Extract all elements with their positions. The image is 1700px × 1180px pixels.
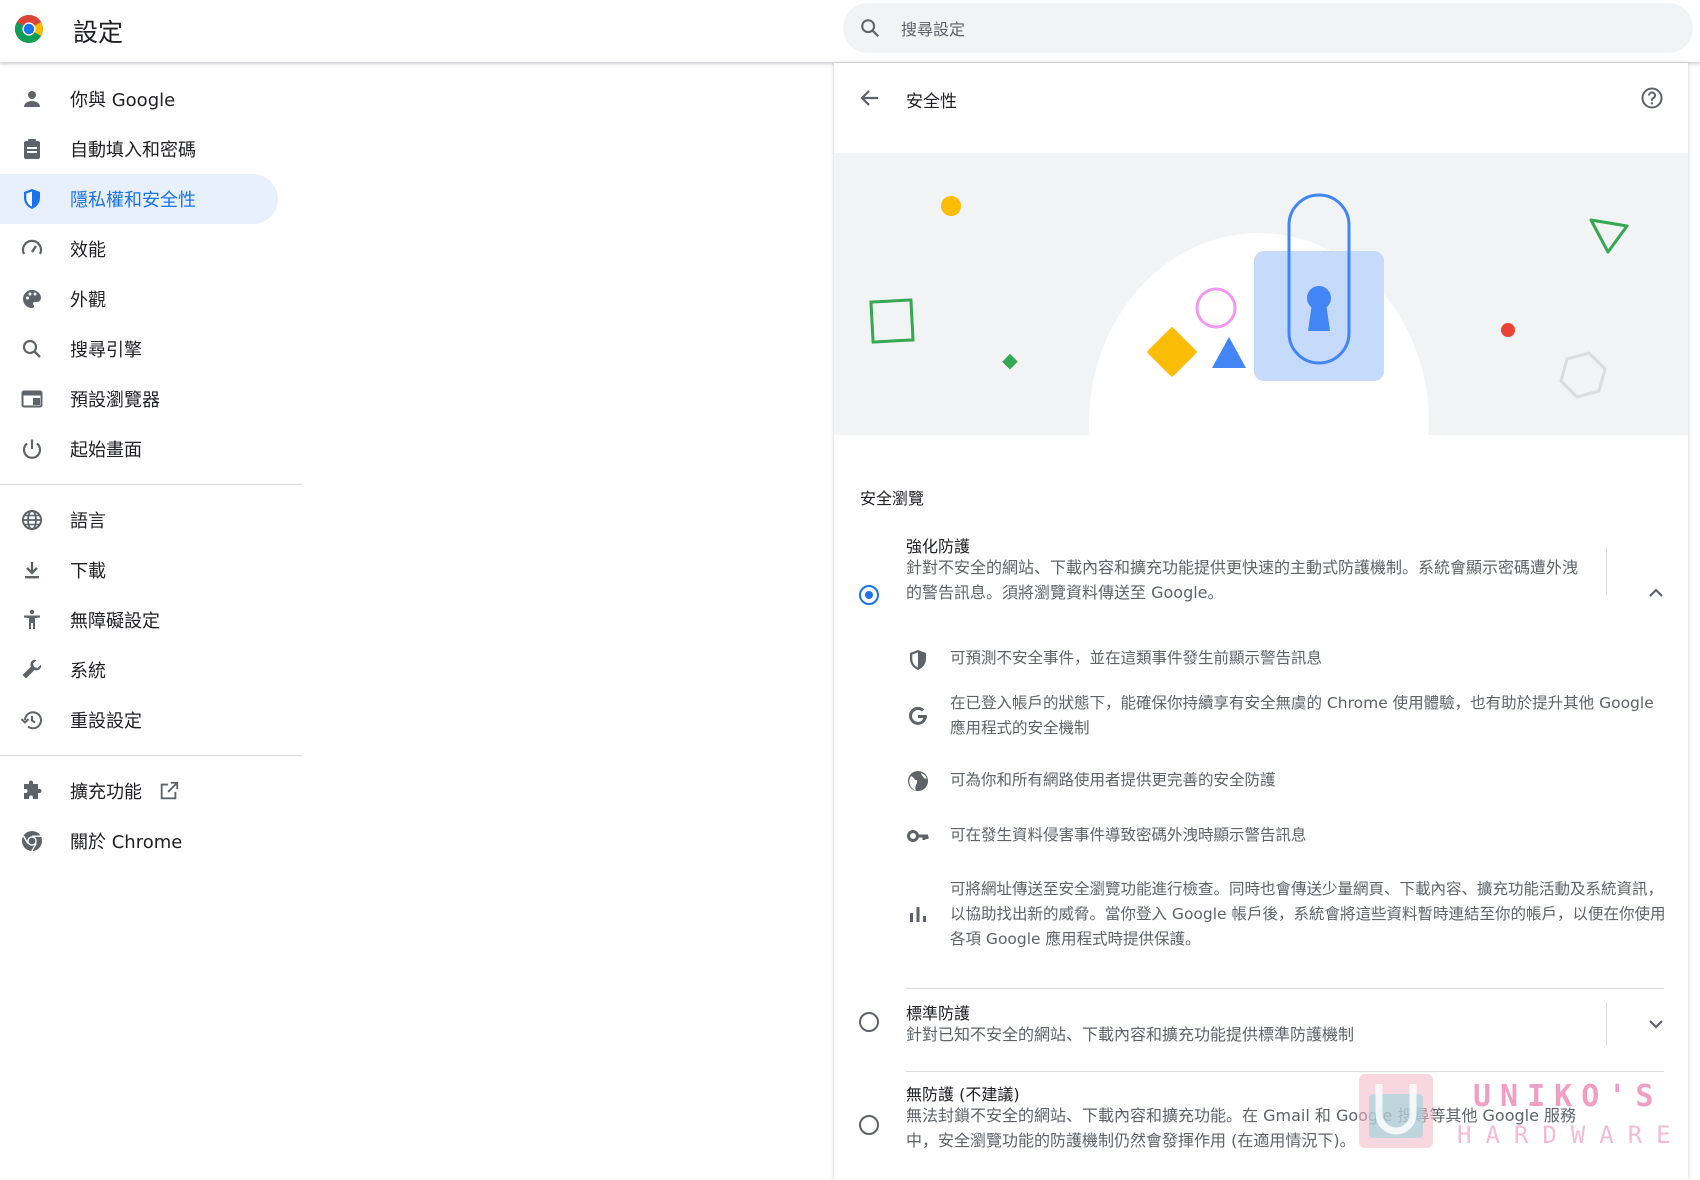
person-icon — [24, 91, 40, 107]
sidebar-item-label: 你與 Google — [70, 90, 176, 111]
clipboard-icon — [24, 139, 40, 159]
page-header: 安全性 — [834, 63, 1688, 133]
sidebar-item-system[interactable]: 系統 — [0, 645, 278, 695]
sidebar-item-label: 預設瀏覽器 — [70, 390, 160, 411]
wrench-icon — [22, 659, 42, 679]
sidebar-item-extensions[interactable]: 擴充功能 — [0, 766, 278, 816]
back-arrow-icon[interactable] — [858, 86, 882, 110]
bar-chart-icon — [910, 907, 926, 922]
sidebar-item-accessibility[interactable]: 無障礙設定 — [0, 595, 278, 645]
sidebar-item-you-and-google[interactable]: 你與 Google — [0, 74, 278, 124]
browser-window-icon — [21, 390, 43, 408]
top-bar: 設定 — [0, 0, 1700, 63]
sidebar-item-label: 語言 — [70, 511, 106, 532]
sidebar-item-label: 外觀 — [70, 290, 106, 311]
chrome-icon — [22, 831, 42, 852]
divider — [906, 988, 1664, 989]
sidebar-item-downloads[interactable]: 下載 — [0, 545, 278, 595]
speedometer-icon — [21, 239, 43, 255]
sidebar-item-default-browser[interactable]: 預設瀏覽器 — [0, 374, 278, 424]
google-g-icon — [909, 706, 927, 725]
feature-text: 可為你和所有網路使用者提供更完善的安全防護 — [950, 771, 1276, 789]
sidebar-divider — [0, 755, 302, 756]
sidebar-item-privacy[interactable]: 隱私權和安全性 — [0, 174, 278, 224]
vertical-divider — [1606, 1002, 1607, 1046]
page-title: 安全性 — [906, 92, 957, 112]
sidebar-item-search-engine[interactable]: 搜尋引擎 — [0, 324, 278, 374]
download-icon — [25, 562, 39, 579]
sidebar-item-reset[interactable]: 重設設定 — [0, 695, 278, 745]
globe-icon — [22, 510, 42, 530]
sidebar-item-about-chrome[interactable]: 關於 Chrome — [0, 816, 278, 866]
security-illustration — [834, 153, 1688, 435]
search-icon — [861, 19, 880, 38]
power-icon — [22, 439, 42, 459]
puzzle-icon — [24, 780, 42, 799]
sidebar-item-label: 搜尋引擎 — [70, 340, 142, 361]
option-title: 強化防護 — [906, 537, 971, 556]
sidebar-item-languages[interactable]: 語言 — [0, 495, 278, 545]
watermark-line2: HARDWARE — [1457, 1121, 1675, 1149]
sidebar-item-label: 效能 — [70, 240, 106, 261]
search-icon — [22, 339, 41, 358]
sidebar-item-label: 重設設定 — [70, 711, 142, 732]
sidebar-item-label: 擴充功能 — [70, 782, 142, 803]
sidebar: 你與 Google 自動填入和密碼 隱私權和安全性 效能 外觀 搜尋引擎 預設瀏… — [0, 74, 302, 866]
chevron-down-icon[interactable] — [1644, 1012, 1668, 1036]
option-description: 針對不安全的網站、下載內容和擴充功能提供更快速的主動式防護機制。系統會顯示密碼遭… — [906, 558, 1579, 602]
feature-text: 可將網址傳送至安全瀏覽功能進行檢查。同時也會傳送少量網頁、下載內容、擴充功能活動… — [950, 880, 1666, 948]
app-title: 設定 — [73, 18, 124, 47]
watermark-logo: UNIKO'S HARDWARE — [1355, 1070, 1675, 1152]
section-label-safe-browsing: 安全瀏覽 — [860, 489, 925, 508]
vertical-divider — [1606, 547, 1607, 595]
security-page-card: 安全性 安全瀏覽 強化防護 針對不安全的網站、下載內容和擴充功能提供更快速的主動… — [834, 63, 1688, 1180]
option-title: 無防護 (不建議) — [906, 1085, 1020, 1104]
key-icon — [907, 830, 929, 842]
radio-standard[interactable] — [859, 1012, 879, 1032]
shield-icon — [24, 189, 40, 209]
accessibility-icon — [24, 609, 40, 629]
search-input[interactable] — [899, 3, 1663, 55]
sidebar-item-label: 隱私權和安全性 — [70, 190, 196, 211]
option-title: 標準防護 — [906, 1004, 971, 1023]
shield-icon — [910, 650, 926, 670]
feature-text: 可預測不安全事件，並在這類事件發生前顯示警告訊息 — [950, 649, 1323, 667]
sidebar-item-label: 自動填入和密碼 — [70, 140, 196, 161]
radio-enhanced[interactable] — [859, 585, 879, 605]
external-link-icon[interactable] — [158, 780, 180, 802]
globe-icon — [908, 771, 928, 791]
sidebar-item-label: 關於 Chrome — [70, 832, 183, 853]
sidebar-item-label: 系統 — [70, 661, 106, 682]
sidebar-item-performance[interactable]: 效能 — [0, 224, 278, 274]
radio-no-protection[interactable] — [859, 1115, 879, 1135]
feature-text: 可在發生資料侵害事件導致密碼外洩時顯示警告訊息 — [950, 826, 1307, 844]
sidebar-divider — [0, 484, 302, 485]
chrome-logo-icon — [15, 15, 43, 43]
palette-icon — [23, 290, 41, 308]
sidebar-item-label: 無障礙設定 — [70, 611, 160, 632]
sidebar-item-on-startup[interactable]: 起始畫面 — [0, 424, 278, 474]
sidebar-item-autofill[interactable]: 自動填入和密碼 — [0, 124, 278, 174]
option-description: 針對已知不安全的網站、下載內容和擴充功能提供標準防護機制 — [906, 1025, 1355, 1044]
feature-text: 在已登入帳戶的狀態下，能確保你持續享有安全無虞的 Chrome 使用體驗，也有助… — [950, 694, 1654, 737]
history-icon — [20, 711, 42, 730]
chevron-up-icon[interactable] — [1644, 581, 1668, 605]
sidebar-item-label: 起始畫面 — [70, 440, 142, 461]
watermark-line1: UNIKO'S — [1473, 1079, 1662, 1114]
search-box[interactable] — [843, 3, 1693, 55]
help-icon[interactable] — [1640, 86, 1664, 110]
sidebar-item-appearance[interactable]: 外觀 — [0, 274, 278, 324]
sidebar-item-label: 下載 — [70, 561, 106, 582]
